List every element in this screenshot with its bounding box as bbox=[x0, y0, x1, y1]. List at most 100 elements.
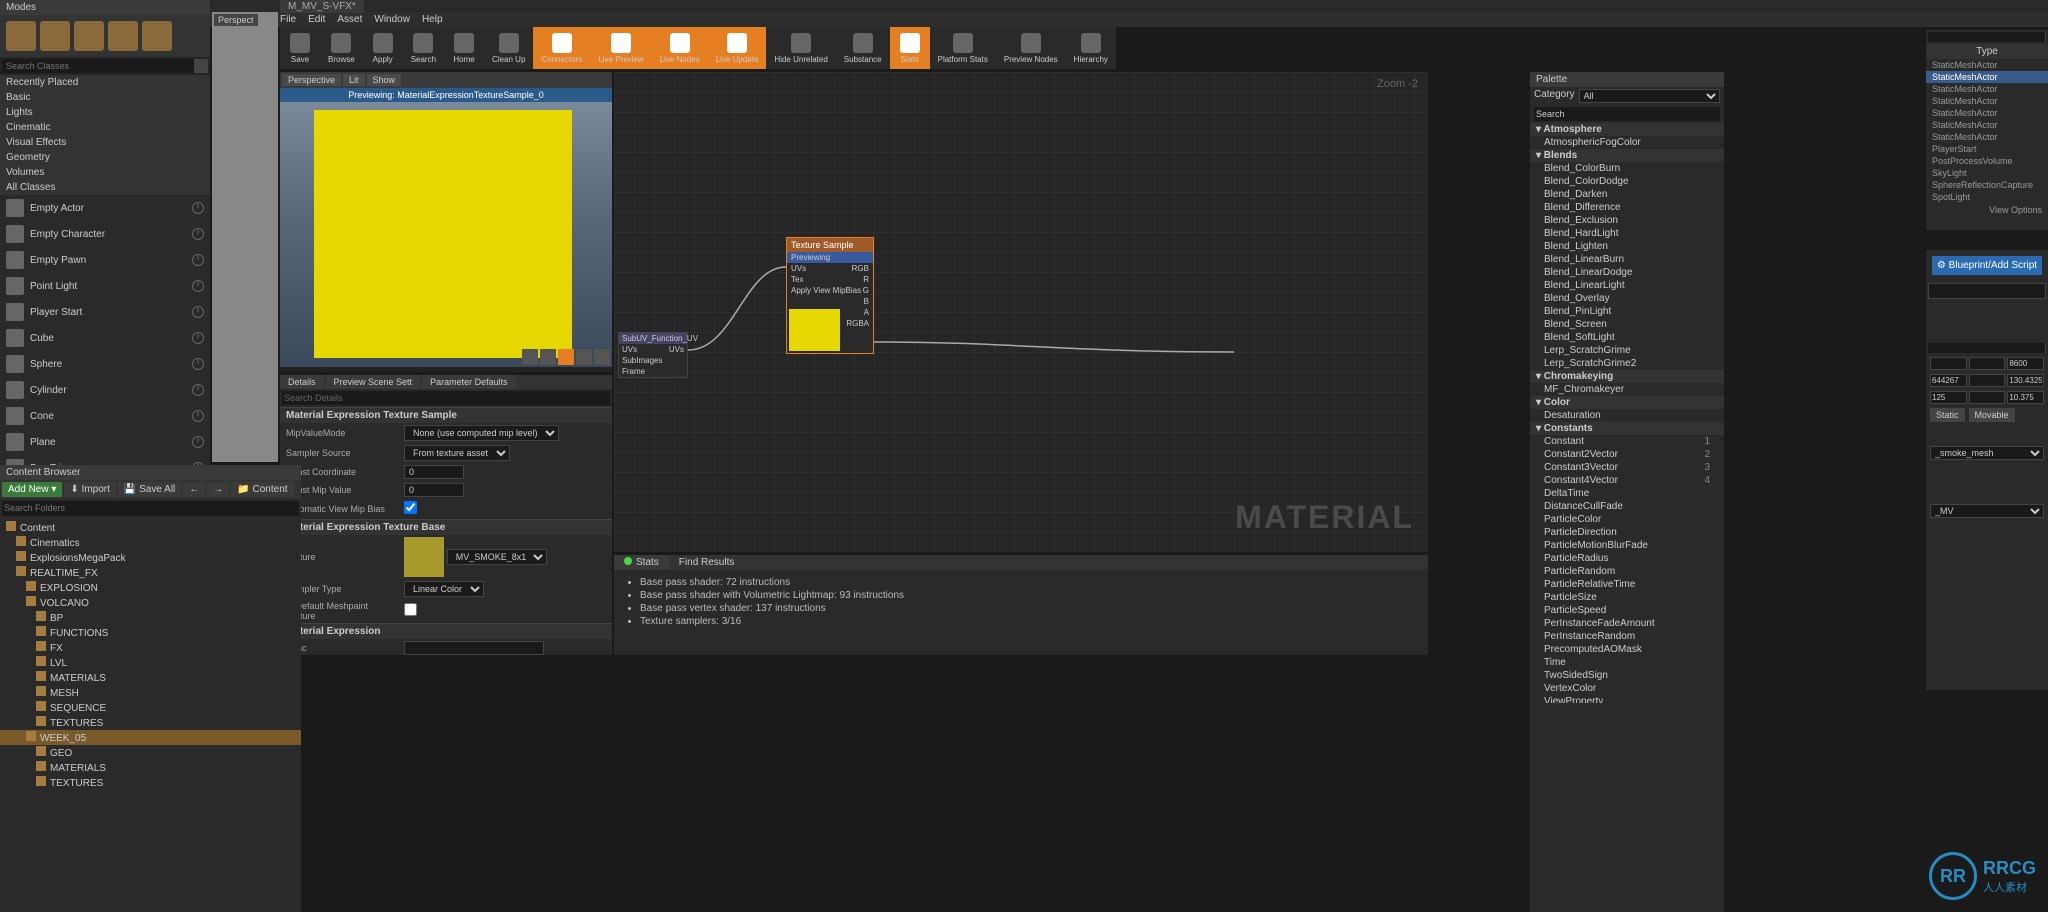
info-icon[interactable]: i bbox=[192, 436, 204, 448]
perspective-dropdown[interactable]: Perspective bbox=[282, 74, 341, 86]
scale-y-input[interactable] bbox=[1969, 391, 2006, 404]
info-icon[interactable]: i bbox=[192, 280, 204, 292]
palette-item[interactable]: PerInstanceRandom bbox=[1530, 630, 1724, 643]
preview-canvas[interactable] bbox=[280, 102, 612, 367]
mesh-mode-icon[interactable] bbox=[142, 21, 172, 51]
palette-item[interactable]: Constant4Vector4 bbox=[1530, 474, 1724, 487]
palette-item[interactable]: DistanceCullFade bbox=[1530, 500, 1724, 513]
parameter-defaults-tab[interactable]: Parameter Defaults bbox=[422, 375, 516, 389]
mode-category[interactable]: Visual Effects bbox=[0, 135, 210, 150]
add-new-button[interactable]: Add New ▾ bbox=[2, 482, 62, 497]
outliner-item[interactable]: PlayerStart bbox=[1926, 143, 2048, 155]
texture-thumbnail[interactable] bbox=[404, 537, 444, 577]
sampler-source-dropdown[interactable]: From texture asset bbox=[404, 445, 510, 461]
outliner-item[interactable]: SkyLight bbox=[1926, 167, 2048, 179]
section-header[interactable]: Material Expression Texture Base bbox=[280, 519, 612, 535]
rotation-y-input[interactable] bbox=[1969, 374, 2006, 387]
platform-stats-button[interactable]: Platform Stats bbox=[930, 27, 996, 69]
palette-item[interactable]: ParticleMotionBlurFade bbox=[1530, 539, 1724, 552]
rotation-z-input[interactable] bbox=[2007, 374, 2044, 387]
info-icon[interactable]: i bbox=[192, 202, 204, 214]
hierarchy-button[interactable]: Hierarchy bbox=[1066, 27, 1116, 69]
menu-file[interactable]: File bbox=[280, 14, 296, 25]
blueprint-add-script-button[interactable]: ⚙ Blueprint/Add Script bbox=[1932, 256, 2042, 275]
folder-item[interactable]: WEEK_05 bbox=[0, 730, 301, 745]
mode-category[interactable]: Basic bbox=[0, 90, 210, 105]
actor-item[interactable]: Point Lighti bbox=[0, 273, 210, 299]
actor-item[interactable]: Planei bbox=[0, 429, 210, 455]
folder-item[interactable]: VOLCANO bbox=[0, 595, 301, 610]
folder-item[interactable]: FX bbox=[0, 640, 301, 655]
mipvaluemode-dropdown[interactable]: None (use computed mip level) bbox=[404, 425, 559, 441]
auto-mip-checkbox[interactable] bbox=[404, 501, 417, 514]
stats-button[interactable]: Stats bbox=[890, 27, 930, 69]
mesh-shape-icon[interactable] bbox=[594, 349, 610, 365]
folder-search-input[interactable] bbox=[4, 503, 297, 513]
folder-item[interactable]: LVL bbox=[0, 655, 301, 670]
folder-item[interactable]: MESH bbox=[0, 685, 301, 700]
outliner-item[interactable]: StaticMeshActor bbox=[1926, 59, 2048, 71]
clean-up-button[interactable]: Clean Up bbox=[484, 27, 533, 69]
outliner-item[interactable]: SpotLight bbox=[1926, 191, 2048, 203]
show-dropdown[interactable]: Show bbox=[367, 74, 402, 86]
static-mesh-dropdown[interactable]: _smoke_mesh bbox=[1930, 446, 2044, 460]
subuv-function-node[interactable]: SubUV_Function_UV UVsUVs SubImages Frame bbox=[618, 332, 688, 378]
preview-scene-tab[interactable]: Preview Scene Sett bbox=[326, 375, 421, 389]
location-z-input[interactable] bbox=[2007, 357, 2044, 370]
menu-edit[interactable]: Edit bbox=[308, 14, 325, 25]
actor-item[interactable]: Spherei bbox=[0, 351, 210, 377]
menu-asset[interactable]: Asset bbox=[337, 14, 362, 25]
palette-item[interactable]: Constant3Vector3 bbox=[1530, 461, 1724, 474]
find-results-tab[interactable]: Find Results bbox=[669, 555, 745, 570]
mode-category[interactable]: All Classes bbox=[0, 180, 210, 195]
landscape-mode-icon[interactable] bbox=[74, 21, 104, 51]
live-nodes-button[interactable]: Live Nodes bbox=[652, 27, 708, 69]
palette-item[interactable]: MF_Chromakeyer bbox=[1530, 383, 1724, 396]
palette-item[interactable]: PrecomputedAOMask bbox=[1530, 643, 1724, 656]
cylinder-shape-icon[interactable] bbox=[522, 349, 538, 365]
folder-item[interactable]: Content bbox=[0, 520, 301, 535]
palette-section-header[interactable]: ▾ Blends bbox=[1530, 149, 1724, 162]
material-dropdown[interactable]: _MV bbox=[1930, 504, 2044, 518]
palette-section-header[interactable]: ▾ Color bbox=[1530, 396, 1724, 409]
palette-item[interactable]: ParticleSize bbox=[1530, 591, 1724, 604]
level-viewport[interactable]: Perspect bbox=[212, 12, 278, 462]
mode-category[interactable]: Recently Placed bbox=[0, 75, 210, 90]
palette-item[interactable]: ParticleSpeed bbox=[1530, 604, 1724, 617]
place-mode-icon[interactable] bbox=[6, 21, 36, 51]
folder-item[interactable]: REALTIME_FX bbox=[0, 565, 301, 580]
save-button[interactable]: Save bbox=[280, 27, 320, 69]
info-icon[interactable]: i bbox=[192, 306, 204, 318]
palette-item[interactable]: Blend_ColorDodge bbox=[1530, 175, 1724, 188]
folder-item[interactable]: BP bbox=[0, 610, 301, 625]
palette-item[interactable]: ViewProperty bbox=[1530, 695, 1724, 703]
outliner-search-input[interactable] bbox=[1928, 32, 2045, 42]
outliner-item[interactable]: PostProcessVolume bbox=[1926, 155, 2048, 167]
hide-unrelated-button[interactable]: Hide Unrelated bbox=[766, 27, 835, 69]
palette-item[interactable]: Blend_ColorBurn bbox=[1530, 162, 1724, 175]
category-dropdown[interactable]: All bbox=[1579, 89, 1720, 103]
outliner-item[interactable]: StaticMeshActor bbox=[1926, 107, 2048, 119]
mode-category[interactable]: Cinematic bbox=[0, 120, 210, 135]
palette-item[interactable]: AtmosphericFogColor bbox=[1530, 136, 1724, 149]
info-icon[interactable]: i bbox=[192, 254, 204, 266]
palette-item[interactable]: Desaturation bbox=[1530, 409, 1724, 422]
folder-item[interactable]: GEO bbox=[0, 745, 301, 760]
outliner-item[interactable]: StaticMeshActor bbox=[1926, 83, 2048, 95]
palette-item[interactable]: ParticleDirection bbox=[1530, 526, 1724, 539]
folder-item[interactable]: ExplosionsMegaPack bbox=[0, 550, 301, 565]
palette-item[interactable]: Constant2Vector2 bbox=[1530, 448, 1724, 461]
folder-item[interactable]: EXPLOSION bbox=[0, 580, 301, 595]
folder-item[interactable]: Cinematics bbox=[0, 535, 301, 550]
default-meshpaint-checkbox[interactable] bbox=[404, 603, 417, 616]
mode-category[interactable]: Geometry bbox=[0, 150, 210, 165]
folder-item[interactable]: TEXTURES bbox=[0, 715, 301, 730]
palette-item[interactable]: ParticleRadius bbox=[1530, 552, 1724, 565]
material-graph[interactable]: Zoom -2 MATERIAL SubUV_Function_UV UVsUV… bbox=[614, 72, 1428, 552]
import-button[interactable]: ⬇ Import bbox=[64, 482, 116, 497]
palette-item[interactable]: Blend_HardLight bbox=[1530, 227, 1724, 240]
stats-tab[interactable]: Stats bbox=[614, 555, 669, 570]
lit-dropdown[interactable]: Lit bbox=[343, 74, 365, 86]
actor-item[interactable]: Player Starti bbox=[0, 299, 210, 325]
folder-item[interactable]: MATERIALS bbox=[0, 760, 301, 775]
